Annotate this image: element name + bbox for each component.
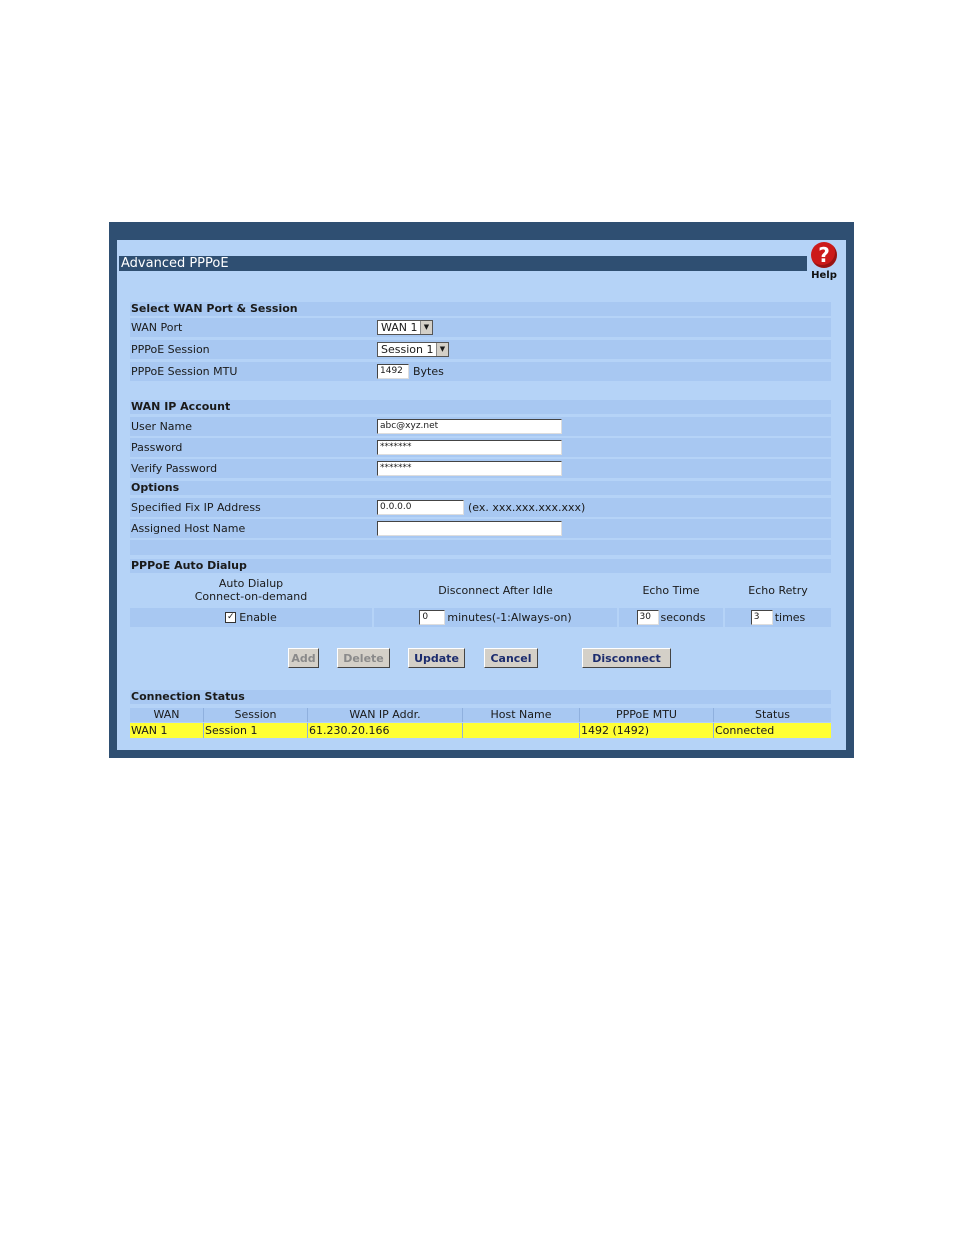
col-pppoe-mtu: PPPoE MTU bbox=[580, 708, 714, 722]
section-title: PPPoE Auto Dialup bbox=[131, 559, 247, 572]
host-name-input[interactable] bbox=[377, 521, 562, 536]
status-badge: Connected bbox=[714, 723, 831, 738]
page-title: Advanced PPPoE bbox=[119, 256, 807, 271]
session-select[interactable]: Session 1 ▼ bbox=[377, 342, 449, 357]
mtu-unit: Bytes bbox=[413, 365, 444, 378]
verify-password-input[interactable]: ******* bbox=[377, 461, 562, 476]
cell-wan: WAN 1 bbox=[130, 723, 204, 738]
password-label: Password bbox=[131, 441, 183, 454]
row-password: Password ******* bbox=[130, 438, 831, 457]
col-auto-line1: Auto Dialup bbox=[218, 577, 284, 590]
section-title: Connection Status bbox=[131, 690, 245, 703]
section-title: WAN IP Account bbox=[131, 400, 231, 413]
enable-checkbox[interactable]: ✓ bbox=[225, 612, 237, 623]
row-pppoe-session: PPPoE Session Session 1 ▼ bbox=[130, 340, 831, 359]
chevron-down-icon[interactable]: ▼ bbox=[436, 343, 448, 356]
section-title: Options bbox=[131, 481, 180, 494]
row-wan-port: WAN Port WAN 1 ▼ bbox=[130, 318, 831, 337]
verify-password-label: Verify Password bbox=[131, 462, 218, 475]
wan-port-label: WAN Port bbox=[131, 321, 183, 334]
fix-ip-input[interactable]: 0.0.0.0 bbox=[377, 500, 464, 515]
user-name-input[interactable]: abc@xyz.net bbox=[377, 419, 562, 434]
row-verify-password: Verify Password ******* bbox=[130, 459, 831, 478]
cell-session: Session 1 bbox=[204, 723, 308, 738]
delete-button[interactable]: Delete bbox=[337, 648, 390, 668]
col-echo-retry: Echo Retry bbox=[748, 584, 808, 597]
wan-port-select[interactable]: WAN 1 ▼ bbox=[377, 320, 433, 335]
enable-cell: ✓ Enable bbox=[130, 608, 372, 627]
echo-time-unit: seconds bbox=[660, 611, 706, 624]
section-title: Select WAN Port & Session bbox=[131, 302, 298, 315]
user-name-label: User Name bbox=[131, 420, 193, 433]
row-user-name: User Name abc@xyz.net bbox=[130, 417, 831, 436]
help-button[interactable]: ? Help bbox=[809, 242, 839, 288]
dialup-values-row: ✓ Enable 0 minutes(-1:Always-on) 30 seco… bbox=[130, 608, 831, 627]
col-status: Status bbox=[714, 708, 831, 722]
col-host-name: Host Name bbox=[463, 708, 580, 722]
host-name-label: Assigned Host Name bbox=[131, 522, 246, 535]
section-header-account: WAN IP Account bbox=[130, 400, 831, 414]
table-row: WAN 1 Session 1 61.230.20.166 1492 (1492… bbox=[130, 723, 831, 738]
status-table-header: WAN Session WAN IP Addr. Host Name PPPoE… bbox=[130, 708, 831, 722]
col-session: Session bbox=[204, 708, 308, 722]
section-header-wan: Select WAN Port & Session bbox=[130, 302, 831, 316]
cell-pppoe-mtu: 1492 (1492) bbox=[580, 723, 714, 738]
fix-ip-label: Specified Fix IP Address bbox=[131, 501, 261, 514]
row-fix-ip: Specified Fix IP Address 0.0.0.0 (ex. xx… bbox=[130, 498, 831, 517]
section-header-dialup: PPPoE Auto Dialup bbox=[130, 559, 831, 573]
disconnect-button[interactable]: Disconnect bbox=[582, 648, 671, 668]
cancel-button[interactable]: Cancel bbox=[484, 648, 538, 668]
help-icon: ? bbox=[811, 242, 837, 268]
echo-retry-unit: times bbox=[774, 611, 806, 624]
row-session-mtu: PPPoE Session MTU 1492 Bytes bbox=[130, 362, 831, 381]
dialup-column-headers: Auto Dialup Connect-on-demand Disconnect… bbox=[130, 574, 831, 608]
col-idle: Disconnect After Idle bbox=[438, 584, 553, 597]
idle-unit: minutes(-1:Always-on) bbox=[447, 611, 572, 624]
echo-time-input[interactable]: 30 bbox=[636, 610, 659, 625]
section-header-status: Connection Status bbox=[130, 690, 831, 704]
wan-port-value: WAN 1 bbox=[381, 321, 418, 334]
password-input[interactable]: ******* bbox=[377, 440, 562, 455]
section-header-options: Options bbox=[130, 481, 831, 495]
idle-input[interactable]: 0 bbox=[419, 610, 446, 625]
add-button[interactable]: Add bbox=[288, 648, 319, 668]
session-label: PPPoE Session bbox=[131, 343, 210, 356]
help-label: Help bbox=[811, 270, 837, 281]
cell-host-name bbox=[463, 723, 580, 738]
row-host-name: Assigned Host Name bbox=[130, 519, 831, 538]
echo-retry-cell: 3 times bbox=[725, 608, 831, 627]
session-value: Session 1 bbox=[381, 343, 434, 356]
col-echo-time: Echo Time bbox=[642, 584, 700, 597]
idle-cell: 0 minutes(-1:Always-on) bbox=[374, 608, 617, 627]
mtu-label: PPPoE Session MTU bbox=[131, 365, 238, 378]
spacer-row bbox=[130, 540, 831, 555]
mtu-input[interactable]: 1492 bbox=[377, 364, 409, 379]
pppoe-panel: Advanced PPPoE ? Help Select WAN Port & … bbox=[117, 240, 846, 750]
cell-wan-ip: 61.230.20.166 bbox=[308, 723, 463, 738]
echo-retry-input[interactable]: 3 bbox=[750, 610, 773, 625]
echo-time-cell: 30 seconds bbox=[619, 608, 723, 627]
pppoe-window-frame: Advanced PPPoE ? Help Select WAN Port & … bbox=[109, 222, 854, 758]
update-button[interactable]: Update bbox=[408, 648, 465, 668]
col-wan: WAN bbox=[130, 708, 204, 722]
col-wan-ip: WAN IP Addr. bbox=[308, 708, 463, 722]
chevron-down-icon[interactable]: ▼ bbox=[420, 321, 432, 334]
enable-label: Enable bbox=[239, 611, 277, 624]
col-auto-dialup: Auto Dialup Connect-on-demand bbox=[130, 577, 372, 603]
col-auto-line2: Connect-on-demand bbox=[194, 590, 308, 603]
fix-ip-hint: (ex. xxx.xxx.xxx.xxx) bbox=[468, 501, 586, 514]
